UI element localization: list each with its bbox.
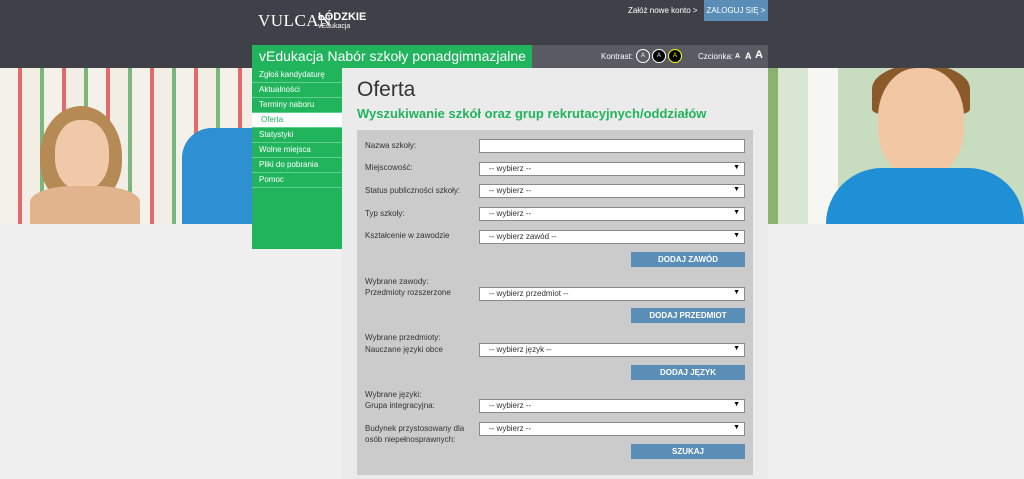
dropdown-arrow-icon: ▼	[733, 345, 740, 352]
building-accessible-select[interactable]: -- wybierz -- ▼	[479, 422, 745, 436]
sidebar-item-pomoc[interactable]: Pomoc	[252, 173, 342, 188]
lodzkie-logo[interactable]: ŁÓDZKIE vEdukacja	[318, 12, 366, 32]
boy-shirt-left	[182, 128, 252, 224]
school-name-label: Nazwa szkoły:	[365, 141, 417, 150]
extended-subjects-label: Przedmioty rozszerzone	[365, 288, 451, 297]
font-size-large-button[interactable]: A	[755, 49, 763, 61]
add-profession-button[interactable]: DODAJ ZAWÓD	[631, 252, 745, 267]
contrast-dark-button[interactable]: A	[652, 49, 666, 63]
sidebar-item-statystyki[interactable]: Statystyki	[252, 128, 342, 143]
font-size-medium-button[interactable]: A	[745, 51, 752, 61]
city-select[interactable]: -- wybierz -- ▼	[479, 162, 745, 176]
selected-languages-label: Wybrane języki:	[365, 390, 422, 399]
add-language-button[interactable]: DODAJ JĘZYK	[631, 365, 745, 380]
sidebar-item-aktualnosci[interactable]: Aktualności	[252, 83, 342, 98]
sidebar-item-wolne-miejsca[interactable]: Wolne miejsca	[252, 143, 342, 158]
dropdown-arrow-icon: ▼	[733, 401, 740, 408]
contrast-yellow-button[interactable]: A	[668, 49, 682, 63]
login-button[interactable]: ZALOGUJ SIĘ >	[704, 0, 768, 21]
language-select[interactable]: -- wybierz język -- ▼	[479, 343, 745, 357]
logo-sub-text: vEdukacja	[318, 23, 351, 30]
dropdown-arrow-icon: ▼	[733, 164, 740, 171]
school-name-input[interactable]	[479, 139, 745, 153]
selected-professions-label: Wybrane zawody:	[365, 277, 429, 286]
dropdown-arrow-icon: ▼	[733, 186, 740, 193]
contrast-label: Kontrast:	[601, 52, 634, 61]
dropdown-arrow-icon: ▼	[733, 232, 740, 239]
contrast-normal-button[interactable]: A	[636, 49, 650, 63]
school-type-label: Typ szkoły:	[365, 209, 405, 218]
sidebar-item-pliki-do-pobrania[interactable]: Pliki do pobrania	[252, 158, 342, 173]
sidebar-item-zglos-kandydature[interactable]: Zgłoś kandydaturę	[252, 68, 342, 83]
dropdown-arrow-icon: ▼	[733, 289, 740, 296]
status-select[interactable]: -- wybierz -- ▼	[479, 184, 745, 198]
search-button[interactable]: SZUKAJ	[631, 444, 745, 459]
page-subtitle: Wyszukiwanie szkół oraz grup rekrutacyjn…	[357, 106, 707, 121]
font-size-small-button[interactable]: A	[735, 53, 740, 60]
boy-face	[878, 68, 964, 178]
dropdown-arrow-icon: ▼	[733, 209, 740, 216]
subject-select[interactable]: -- wybierz przedmiot -- ▼	[479, 287, 745, 301]
register-link[interactable]: Załóż nowe konto >	[628, 6, 698, 15]
font-size-label: Czcionka:	[698, 52, 734, 61]
integration-group-select[interactable]: -- wybierz -- ▼	[479, 399, 745, 413]
boy-shirt	[826, 168, 1024, 224]
status-label: Status publiczności szkoły:	[365, 186, 461, 195]
girl-body	[30, 186, 140, 224]
school-type-select[interactable]: -- wybierz -- ▼	[479, 207, 745, 221]
building-accessible-label: Budynek przystosowany dla osób niepełnos…	[365, 424, 465, 444]
girl-face	[55, 120, 109, 190]
page-title: Oferta	[357, 78, 416, 101]
app-title: vEdukacja Nabór szkoły ponadgimnazjalne	[252, 45, 532, 68]
sidebar-item-oferta[interactable]: Oferta	[252, 113, 342, 128]
city-label: Miejscowość:	[365, 163, 413, 172]
languages-label: Nauczane języki obce	[365, 345, 443, 354]
add-subject-button[interactable]: DODAJ PRZEDMIOT	[631, 308, 745, 323]
sidebar-menu: Zgłoś kandydaturę Aktualności Terminy na…	[252, 68, 342, 188]
profession-label: Kształcenie w zawodzie	[365, 231, 450, 240]
selected-subjects-label: Wybrane przedmioty:	[365, 333, 441, 342]
dropdown-arrow-icon: ▼	[733, 424, 740, 431]
sidebar-item-terminy-naboru[interactable]: Terminy naboru	[252, 98, 342, 113]
profession-select[interactable]: -- wybierz zawód -- ▼	[479, 230, 745, 244]
integration-group-label: Grupa integracyjna:	[365, 401, 435, 410]
